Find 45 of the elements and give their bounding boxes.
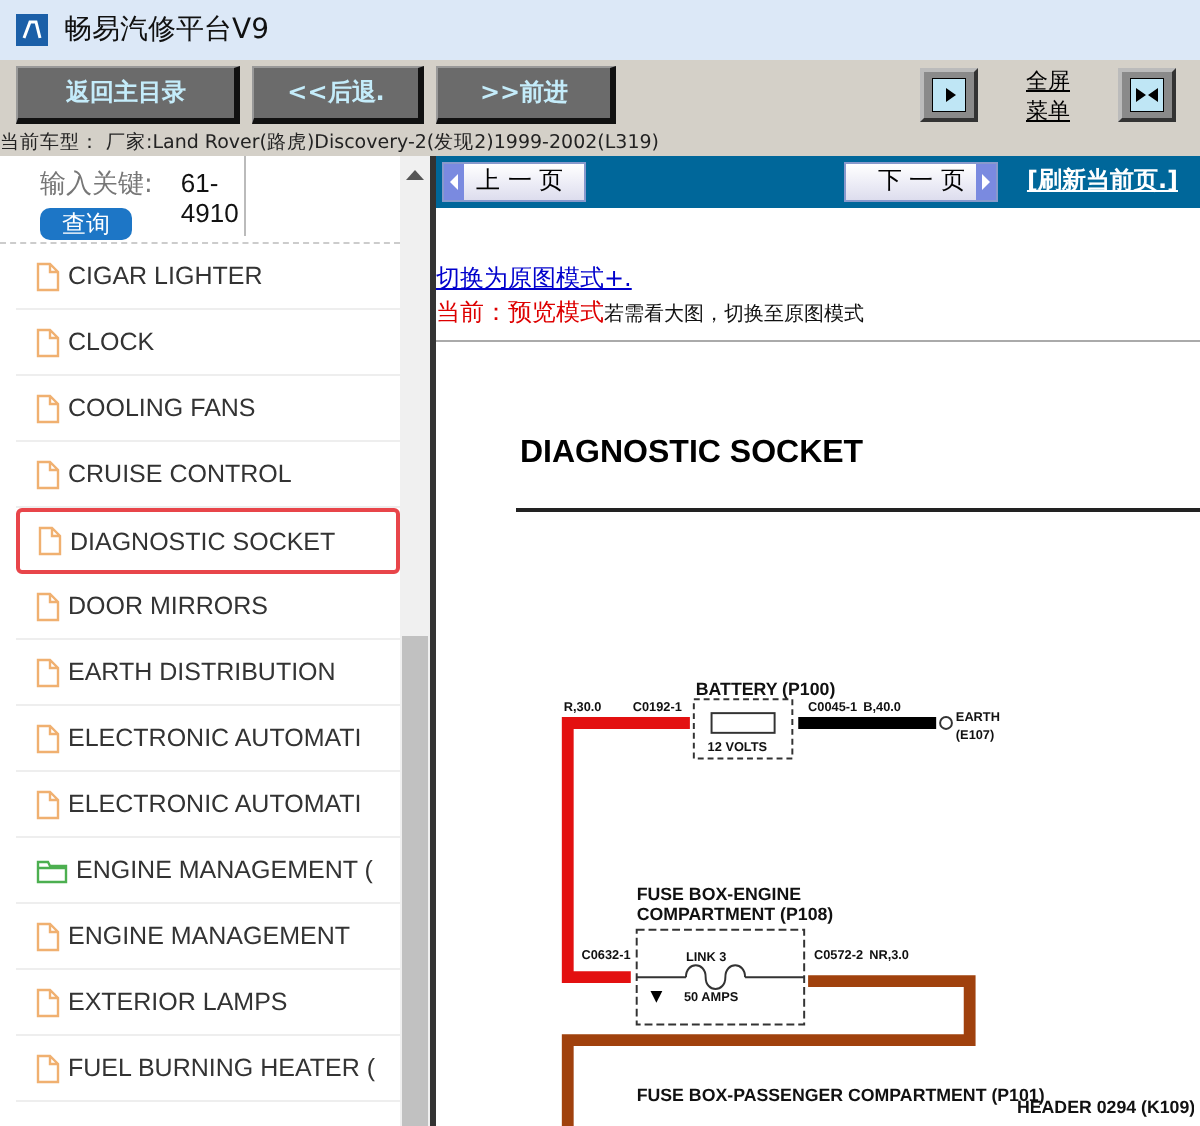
earth-icon — [939, 715, 953, 729]
diagram-label: FUSE BOX-PASSENGER COMPARTMENT (P101) — [636, 1084, 1045, 1105]
app-icon — [16, 14, 48, 46]
collapse-button[interactable] — [1118, 68, 1176, 122]
refresh-link[interactable]: [刷新当前页.] — [1026, 164, 1178, 199]
file-icon — [36, 393, 60, 423]
vehicle-info: 当前车型： 厂家:Land Rover(路虎)Discovery-2(发现2)1999-2002(L319) — [0, 130, 1200, 156]
right-arrow-icon — [932, 78, 966, 112]
diagram-label: FUSE BOX-ENGINE — [636, 883, 802, 904]
nav-button[interactable]: 返回主目录 — [16, 66, 240, 124]
query-button[interactable]: 查询 — [40, 208, 132, 240]
file-icon — [36, 723, 60, 753]
prev-page-button[interactable]: 上 一 页 — [442, 161, 586, 202]
scrollbar[interactable] — [400, 156, 430, 1126]
tree-item[interactable]: DIAGNOSTIC SOCKET — [16, 508, 400, 574]
folder-icon — [36, 857, 68, 883]
file-icon — [36, 1053, 60, 1083]
keyword-field[interactable]: 61-4910 — [180, 156, 247, 236]
file-icon — [36, 987, 60, 1017]
expand-button[interactable] — [920, 68, 978, 122]
file-icon — [36, 921, 60, 951]
file-icon — [38, 526, 62, 556]
window-title: 畅易汽修平台V9 — [64, 12, 269, 48]
nav-button[interactable]: <<后退. — [252, 66, 424, 124]
next-page-button[interactable]: 下 一 页 — [843, 161, 999, 202]
search-label: 输入关键: — [40, 168, 153, 202]
file-icon — [36, 327, 60, 357]
file-icon — [36, 261, 60, 291]
scroll-up-icon[interactable] — [406, 168, 424, 180]
wire — [798, 716, 937, 728]
document-title: DIAGNOSTIC SOCKET — [520, 435, 866, 472]
fullscreen-menu-link[interactable]: 全屏菜单 — [1018, 65, 1078, 125]
file-icon — [36, 789, 60, 819]
original-mode-link[interactable]: 切换为原图模式+. — [436, 261, 1200, 296]
file-icon — [36, 657, 60, 687]
battery-symbol — [710, 711, 776, 733]
diagram-label: BATTERY (P100) — [695, 678, 836, 699]
ground-icon — [650, 990, 663, 1002]
inward-arrows-icon — [1130, 78, 1164, 112]
nav-button[interactable]: >>前进 — [436, 66, 616, 124]
battery-box — [692, 697, 794, 759]
diagram-label: COMPARTMENT (P108) — [636, 903, 834, 924]
mode-status: 当前：预览模式若需看大图，切换至原图模式 — [436, 295, 866, 330]
file-icon — [36, 459, 60, 489]
file-icon — [36, 591, 60, 621]
